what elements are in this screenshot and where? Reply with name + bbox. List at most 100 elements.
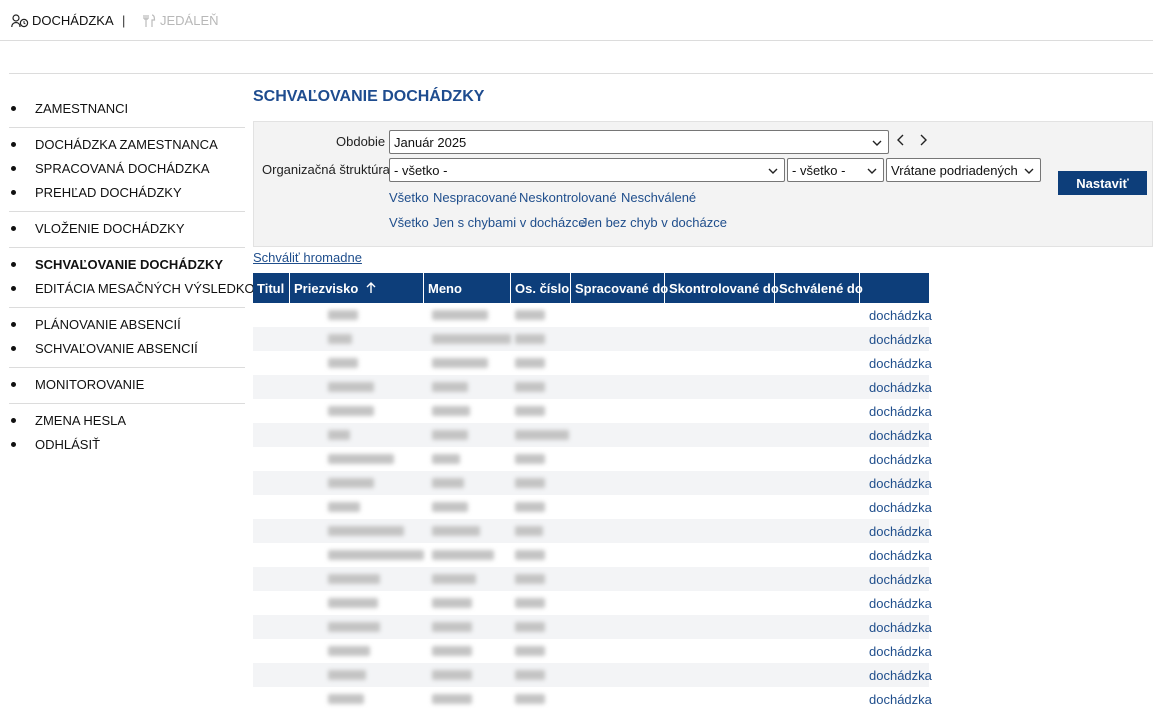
redacted-value xyxy=(328,430,350,440)
sidebar-item[interactable]: PREHĽAD DOCHÁDZKY xyxy=(9,180,245,204)
error-filter-link[interactable]: Jen bez chyb v docházce xyxy=(581,215,727,230)
sidebar-item[interactable]: ZAMESTNANCI xyxy=(9,96,245,120)
error-filter-link[interactable]: Jen s chybami v docházce xyxy=(433,215,585,230)
table-cell xyxy=(290,615,424,639)
attendance-link[interactable]: dochádzka xyxy=(864,620,932,635)
attendance-link[interactable]: dochádzka xyxy=(864,380,932,395)
bullet-icon xyxy=(11,141,16,147)
sidebar-item[interactable]: PLÁNOVANIE ABSENCIÍ xyxy=(9,312,245,336)
table-cell: dochádzka xyxy=(860,423,932,447)
attendance-link[interactable]: dochádzka xyxy=(864,644,932,659)
table-cell xyxy=(775,423,860,447)
org-structure-select[interactable]: - všetko - xyxy=(389,158,785,182)
table-cell xyxy=(253,303,290,327)
status-filter-link[interactable]: Neschválené xyxy=(621,190,696,205)
redacted-value xyxy=(328,598,378,608)
app-attendance-tab[interactable]: DOCHÁDZKA xyxy=(11,13,114,28)
attendance-link[interactable]: dochádzka xyxy=(864,476,932,491)
sidebar-item[interactable]: DOCHÁDZKA ZAMESTNANCA xyxy=(9,132,245,156)
table-cell xyxy=(665,519,775,543)
redacted-value xyxy=(515,478,545,488)
redacted-value xyxy=(432,382,468,392)
period-select[interactable]: Január 2025 xyxy=(389,130,889,154)
attendance-link[interactable]: dochádzka xyxy=(864,572,932,587)
header-meno[interactable]: Meno xyxy=(424,273,511,303)
redacted-value xyxy=(515,670,545,680)
header-spracovane-do[interactable]: Spracované do xyxy=(571,273,668,303)
attendance-link[interactable]: dochádzka xyxy=(864,404,932,419)
status-filter-link[interactable]: Neskontrolované xyxy=(519,190,617,205)
status-filter-link[interactable]: Nespracované xyxy=(433,190,517,205)
error-filter-link[interactable]: Všetko xyxy=(389,215,429,230)
table-cell xyxy=(253,351,290,375)
redacted-value xyxy=(515,454,545,464)
sidebar-item[interactable]: MONITOROVANIE xyxy=(9,372,245,396)
sidebar-item-label: PREHĽAD DOCHÁDZKY xyxy=(35,184,182,200)
table-cell xyxy=(665,663,775,687)
app-canteen-label: JEDÁLEŇ xyxy=(160,13,219,28)
header-os-cislo[interactable]: Os. číslo xyxy=(511,273,571,303)
table-row: dochádzka xyxy=(253,495,932,519)
sidebar-item[interactable]: EDITÁCIA MESAČNÝCH VÝSLEDKOV xyxy=(9,276,263,300)
table-cell xyxy=(571,327,665,351)
attendance-link[interactable]: dochádzka xyxy=(864,356,932,371)
org-substructure-select[interactable]: - všetko - xyxy=(787,158,884,182)
header-titul[interactable]: Titul xyxy=(253,273,290,303)
status-filter-link[interactable]: Všetko xyxy=(389,190,429,205)
attendance-link[interactable]: dochádzka xyxy=(864,500,932,515)
redacted-value xyxy=(328,334,352,344)
redacted-value xyxy=(328,550,424,560)
redacted-value xyxy=(515,502,545,512)
attendance-link[interactable]: dochádzka xyxy=(864,524,932,539)
org-structure-value: - všetko - xyxy=(394,162,448,178)
table-cell: dochádzka xyxy=(860,639,932,663)
sidebar-item[interactable]: ODHLÁSIŤ xyxy=(9,432,245,456)
sidebar-item[interactable]: SCHVAĽOVANIE DOCHÁDZKY xyxy=(9,252,245,276)
bulk-approve-link[interactable]: Schváliť hromadne xyxy=(253,250,362,265)
table-cell xyxy=(424,543,511,567)
header-priezvisko[interactable]: Priezvisko xyxy=(290,273,424,303)
header-skontrolovane-do[interactable]: Skontrolované do xyxy=(665,273,779,303)
table-cell xyxy=(571,375,665,399)
attendance-link[interactable]: dochádzka xyxy=(864,548,932,563)
table-cell xyxy=(290,663,424,687)
app-canteen-tab[interactable]: JEDÁLEŇ xyxy=(141,13,219,28)
set-button[interactable]: Nastaviť xyxy=(1058,171,1147,195)
table-cell xyxy=(665,687,775,711)
redacted-value xyxy=(432,454,460,464)
sidebar-item[interactable]: ZMENA HESLA xyxy=(9,408,245,432)
attendance-link[interactable]: dochádzka xyxy=(864,692,932,707)
sidebar-item[interactable]: SCHVAĽOVANIE ABSENCIÍ xyxy=(9,336,245,360)
redacted-value xyxy=(432,334,511,344)
sidebar-item[interactable]: SPRACOVANÁ DOCHÁDZKA xyxy=(9,156,245,180)
table-cell xyxy=(511,567,571,591)
table-cell xyxy=(253,471,290,495)
redacted-value xyxy=(515,598,545,608)
attendance-link[interactable]: dochádzka xyxy=(864,428,932,443)
attendance-link[interactable]: dochádzka xyxy=(864,452,932,467)
table-cell xyxy=(290,399,424,423)
header-schvalene-do[interactable]: Schválené do xyxy=(775,273,863,303)
prev-period-button[interactable] xyxy=(895,133,907,150)
table-cell: dochádzka xyxy=(860,543,932,567)
table-cell: dochádzka xyxy=(860,615,932,639)
table-cell xyxy=(511,591,571,615)
redacted-value xyxy=(515,310,545,320)
org-structure-label: Organizačná štruktúra xyxy=(262,162,390,177)
next-period-button[interactable] xyxy=(917,133,929,150)
redacted-value xyxy=(515,526,543,536)
table-cell xyxy=(775,399,860,423)
attendance-link[interactable]: dochádzka xyxy=(864,596,932,611)
table-cell xyxy=(571,519,665,543)
attendance-link[interactable]: dochádzka xyxy=(864,332,932,347)
org-substructure-value: - všetko - xyxy=(792,162,846,178)
subordinates-select[interactable]: Vrátane podriadených xyxy=(886,158,1041,182)
sidebar-item[interactable]: VLOŽENIE DOCHÁDZKY xyxy=(9,216,245,240)
table-cell xyxy=(253,375,290,399)
table-cell xyxy=(290,447,424,471)
attendance-link[interactable]: dochádzka xyxy=(864,668,932,683)
redacted-value xyxy=(432,622,472,632)
table-cell xyxy=(424,567,511,591)
attendance-link[interactable]: dochádzka xyxy=(864,308,932,323)
table-cell xyxy=(665,615,775,639)
